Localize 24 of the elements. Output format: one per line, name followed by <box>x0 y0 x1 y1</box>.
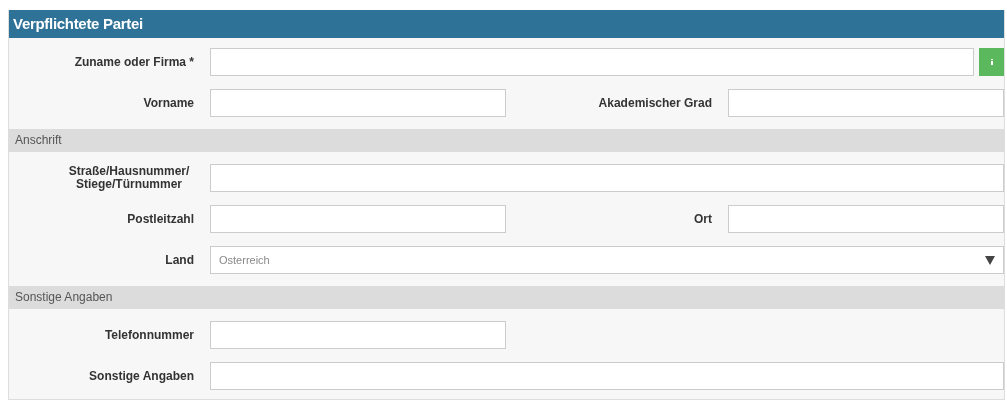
field-label: Straße/Hausnummer/ Stiege/Türnummer <box>67 165 191 191</box>
text-field[interactable] <box>210 362 1004 390</box>
field-label: Ort <box>694 211 712 226</box>
field-label: Zuname oder Firma * <box>74 54 194 69</box>
caret-icon <box>985 255 995 265</box>
text-field[interactable] <box>210 164 1004 192</box>
field-label: Postleitzahl <box>127 211 194 226</box>
text-field[interactable] <box>210 48 974 76</box>
section-header: Sonstige Angaben <box>9 286 1004 309</box>
text-field[interactable] <box>728 89 1004 117</box>
text-field[interactable] <box>728 205 1004 233</box>
country-dropdown[interactable]: Osterreich <box>210 246 1004 274</box>
info-icon <box>990 59 993 65</box>
field-label: Akademischer Grad <box>598 95 712 110</box>
text-field[interactable] <box>210 89 506 117</box>
field-label: Telefonnummer <box>104 327 194 342</box>
text-field[interactable] <box>210 205 506 233</box>
field-label: Sonstige Angaben <box>89 368 194 383</box>
text-field[interactable] <box>210 321 506 349</box>
field-label: Vorname <box>143 95 194 110</box>
section-header: Anschrift <box>9 129 1004 152</box>
panel-title: Verpflichtete Partei <box>9 10 1004 38</box>
info-button[interactable] <box>979 48 1004 76</box>
field-label: Land <box>165 252 194 267</box>
